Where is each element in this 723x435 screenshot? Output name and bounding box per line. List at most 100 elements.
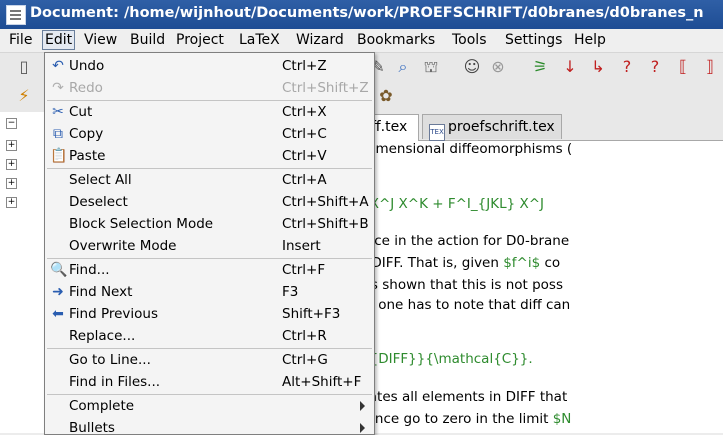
tree-expander[interactable]: + [6, 159, 17, 170]
menu-edit[interactable]: Edit [42, 30, 76, 50]
tree-expander[interactable]: − [6, 118, 17, 129]
menu-item-copy[interactable]: ⧉ Copy Ctrl+C [45, 123, 374, 145]
editor-text: dimensional diffeomorphisms ( [358, 141, 573, 157]
edit-menu-dropdown: ↶ Undo Ctrl+Z ↷ Redo Ctrl+Shift+Z ✂ Cut Ctrl+X ⧉ C… [44, 52, 375, 435]
menu-project[interactable]: Project [174, 32, 226, 48]
title-bar: Document: /home/wijnhout/Documents/work/… [0, 0, 723, 29]
menu-item-find-previous[interactable]: ⬅ Find Previous Shift+F3 [45, 303, 374, 325]
tree-expander[interactable]: + [6, 140, 17, 151]
menu-latex[interactable]: LaTeX [237, 32, 282, 48]
quick-build-icon[interactable]: ⚡ [14, 86, 34, 106]
tree-expander[interactable]: + [6, 197, 17, 208]
tab-label: proefschrift.tex [448, 119, 555, 135]
menu-item-shortcut: Ctrl+F [282, 262, 326, 278]
menu-item-shortcut: Ctrl+A [282, 172, 327, 188]
menu-item-find-next[interactable]: ➜ Find Next F3 [45, 281, 374, 303]
menu-item-label: Complete [69, 398, 135, 414]
zoom-icon[interactable]: ⌕ [393, 57, 413, 77]
menu-bar: File Edit View Build Project LaTeX Wizar… [0, 29, 723, 53]
document-app-icon[interactable] [6, 5, 26, 25]
question-alt-icon[interactable]: ? [645, 57, 665, 77]
menu-item-label: Redo [69, 80, 103, 96]
paste-icon: 📋 [50, 148, 68, 164]
editor-text: $f^i$ [503, 255, 541, 271]
new-file-icon[interactable]: ▯ [14, 57, 34, 77]
user-icon[interactable]: ☺ [462, 57, 482, 77]
undo-icon: ↶ [52, 58, 64, 74]
clean-icon[interactable]: ✿ [376, 86, 396, 106]
menu-item-label: Find Next [69, 284, 133, 300]
menu-item-replace[interactable]: Replace... Ctrl+R [45, 325, 374, 347]
menu-item-paste[interactable]: 📋 Paste Ctrl+V [45, 145, 374, 167]
menu-item-shortcut: Ctrl+R [282, 328, 327, 344]
tab-proefschrift-tex[interactable]: TEX proefschrift.tex [422, 114, 562, 141]
menu-item-label: Select All [69, 172, 132, 188]
graph-icon[interactable]: ⚞ [530, 57, 550, 77]
menu-item-shortcut: Ctrl+X [282, 104, 327, 120]
menu-item-find-in-files[interactable]: Find in Files... Alt+Shift+F [45, 371, 374, 393]
menu-item-deselect[interactable]: Deselect Ctrl+Shift+A [45, 191, 374, 213]
menu-item-shortcut: Insert [282, 238, 321, 254]
copy-icon: ⧉ [53, 126, 63, 142]
menu-build[interactable]: Build [128, 32, 167, 48]
marker-down-icon[interactable]: ↓ [560, 57, 580, 77]
editor-text: it is shown that this is not poss [349, 277, 563, 293]
menu-item-undo[interactable]: ↶ Undo Ctrl+Z [45, 55, 374, 77]
menu-file[interactable]: File [7, 32, 34, 48]
menu-item-block-selection-mode[interactable]: Block Selection Mode Ctrl+Shift+B [45, 213, 374, 235]
menu-item-bullets[interactable]: Bullets [45, 417, 374, 434]
structure-panel: − + + + + [0, 112, 45, 433]
menu-item-cut[interactable]: ✂ Cut Ctrl+X [45, 101, 374, 123]
menu-item-shortcut: Ctrl+V [282, 148, 327, 164]
marker-right-icon[interactable]: ↳ [588, 57, 608, 77]
menu-item-label: Copy [69, 126, 104, 142]
submenu-arrow-icon [360, 423, 365, 433]
menu-item-label: Deselect [69, 194, 128, 210]
menu-item-label: Cut [69, 104, 93, 120]
menu-item-shortcut: Ctrl+G [282, 352, 328, 368]
menu-item-shortcut: Alt+Shift+F [282, 374, 362, 390]
editor-text: $N [552, 411, 572, 427]
menu-item-label: Overwrite Mode [69, 238, 177, 254]
menu-item-shortcut: Ctrl+Z [282, 58, 327, 74]
menu-item-label: Block Selection Mode [69, 216, 214, 232]
bracket-alt-icon[interactable]: ⟧ [700, 57, 720, 77]
menu-item-find[interactable]: 🔍 Find... Ctrl+F [45, 259, 374, 281]
menu-settings[interactable]: Settings [503, 32, 564, 48]
redo-icon: ↷ [52, 80, 64, 96]
bracket-icon[interactable]: ⟦ [673, 57, 693, 77]
editor-text: co [540, 255, 561, 271]
question-icon[interactable]: ? [617, 57, 637, 77]
menu-item-shortcut: Ctrl+Shift+Z [282, 80, 369, 96]
menu-help[interactable]: Help [572, 32, 608, 48]
menu-wizard[interactable]: Wizard [294, 32, 346, 48]
menu-item-shortcut: F3 [282, 284, 299, 300]
menu-bookmarks[interactable]: Bookmarks [355, 32, 437, 48]
find-next-icon: ➜ [52, 284, 64, 300]
menu-item-label: Find... [69, 262, 110, 278]
menu-item-select-all[interactable]: Select All Ctrl+A [45, 169, 374, 191]
network-icon[interactable]: ⛫ [421, 57, 441, 77]
menu-item-label: Replace... [69, 328, 136, 344]
menu-item-shortcut: Ctrl+C [282, 126, 327, 142]
submenu-arrow-icon [360, 401, 365, 411]
menu-item-complete[interactable]: Complete [45, 395, 374, 417]
menu-item-overwrite-mode[interactable]: Overwrite Mode Insert [45, 235, 374, 257]
window-title: Document: /home/wijnhout/Documents/work/… [30, 5, 704, 21]
menu-view[interactable]: View [82, 32, 119, 48]
menu-item-shortcut: Ctrl+Shift+B [282, 216, 369, 232]
stop-icon[interactable]: ⊗ [488, 57, 508, 77]
tex-file-icon: TEX [429, 124, 445, 141]
menu-item-label: Find Previous [69, 306, 159, 322]
menu-item-shortcut: Ctrl+Shift+A [282, 194, 369, 210]
menu-item-label: Paste [69, 148, 106, 164]
tree-expander[interactable]: + [6, 178, 17, 189]
menu-item-redo[interactable]: ↷ Redo Ctrl+Shift+Z [45, 77, 374, 99]
menu-item-label: Go to Line... [69, 352, 151, 368]
menu-tools[interactable]: Tools [450, 32, 489, 48]
menu-item-shortcut: Shift+F3 [282, 306, 341, 322]
scissors-icon: ✂ [52, 104, 64, 120]
menu-item-go-to-line[interactable]: Go to Line... Ctrl+G [45, 349, 374, 371]
find-previous-icon: ⬅ [52, 306, 64, 322]
menu-item-label: Undo [69, 58, 105, 74]
